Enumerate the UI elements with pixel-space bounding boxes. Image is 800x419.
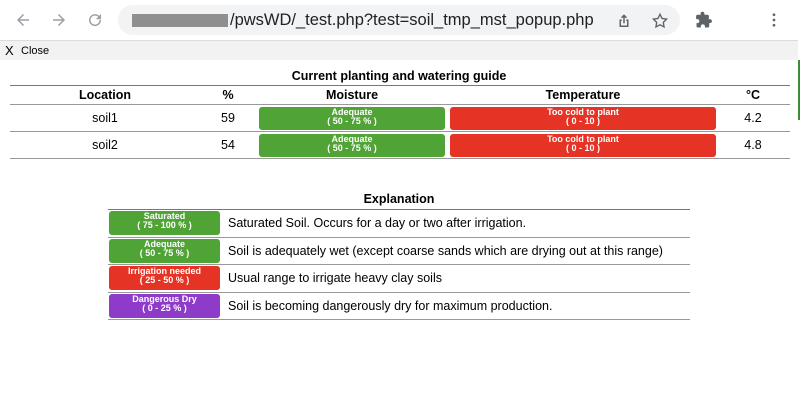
dangerous-dry-badge: Dangerous Dry ( 0 - 25 % ) xyxy=(109,293,220,318)
moisture-range: ( 50 - 75 % ) xyxy=(327,116,377,127)
address-bar[interactable]: /pwsWD/_test.php?test=soil_tmp_mst_popup… xyxy=(118,5,680,35)
redacted-host xyxy=(132,14,228,27)
popup-close-bar: X Close xyxy=(0,40,798,60)
reload-icon[interactable] xyxy=(83,8,107,32)
temperature-badge: Too cold to plant ( 0 - 10 ) xyxy=(450,107,716,130)
table-row: soil2 54 Adequate ( 50 - 75 % ) Too cold… xyxy=(10,132,790,159)
percent-cell: 59 xyxy=(221,111,235,125)
percent-cell: 54 xyxy=(221,138,235,152)
irrigation-needed-badge: Irrigation needed ( 25 - 50 % ) xyxy=(109,266,220,290)
guide-table: Location % Moisture Temperature °C soil1… xyxy=(10,85,790,159)
moisture-badge: Adequate ( 50 - 75 % ) xyxy=(259,107,445,130)
badge-range: ( 25 - 50 % ) xyxy=(139,275,190,286)
header-unit: °C xyxy=(745,88,761,102)
back-icon[interactable] xyxy=(11,8,35,32)
location-cell: soil2 xyxy=(92,138,118,152)
legend-description: Soil is adequately wet (except coarse sa… xyxy=(228,243,663,258)
badge-range: ( 50 - 75 % ) xyxy=(139,247,190,258)
forward-icon[interactable] xyxy=(47,8,71,32)
temperature-range: ( 0 - 10 ) xyxy=(565,143,600,154)
legend-description: Saturated Soil. Occurs for a day or two … xyxy=(228,216,527,230)
badge-range: ( 0 - 25 % ) xyxy=(142,302,187,313)
close-icon[interactable]: X xyxy=(5,43,14,58)
guide-header-row: Location % Moisture Temperature °C xyxy=(10,86,790,105)
adequate-badge: Adequate ( 50 - 75 % ) xyxy=(109,238,220,263)
saturated-badge: Saturated ( 75 - 100 % ) xyxy=(109,211,220,235)
guide-title: Current planting and watering guide xyxy=(291,69,507,83)
legend-row: Saturated ( 75 - 100 % ) Saturated Soil.… xyxy=(108,210,690,238)
header-temperature: Temperature xyxy=(545,88,621,102)
temperature-value: 4.8 xyxy=(744,138,762,152)
legend-description: Usual range to irrigate heavy clay soils xyxy=(228,271,442,285)
temperature-badge: Too cold to plant ( 0 - 10 ) xyxy=(450,134,716,157)
legend-description: Soil is becoming dangerously dry for max… xyxy=(228,298,553,313)
header-location: Location xyxy=(78,88,132,102)
close-button[interactable]: Close xyxy=(21,45,49,57)
header-percent: % xyxy=(222,88,234,102)
bookmark-star-icon[interactable] xyxy=(650,11,670,31)
moisture-range: ( 50 - 75 % ) xyxy=(327,143,377,154)
legend-row: Dangerous Dry ( 0 - 25 % ) Soil is becom… xyxy=(108,293,690,320)
temperature-value: 4.2 xyxy=(744,111,762,125)
moisture-badge: Adequate ( 50 - 75 % ) xyxy=(259,134,445,157)
explanation-table: Saturated ( 75 - 100 % ) Saturated Soil.… xyxy=(108,209,690,320)
legend-row: Irrigation needed ( 25 - 50 % ) Usual ra… xyxy=(108,265,690,293)
location-cell: soil1 xyxy=(92,111,118,125)
legend-row: Adequate ( 50 - 75 % ) Soil is adequatel… xyxy=(108,238,690,265)
browser-toolbar: /pwsWD/_test.php?test=soil_tmp_mst_popup… xyxy=(0,0,800,40)
explanation-title: Explanation xyxy=(363,192,435,206)
header-moisture: Moisture xyxy=(325,88,379,102)
badge-range: ( 75 - 100 % ) xyxy=(137,220,192,231)
extensions-icon[interactable] xyxy=(693,9,715,31)
url-text: /pwsWD/_test.php?test=soil_tmp_mst_popup… xyxy=(230,11,594,29)
more-menu-icon[interactable] xyxy=(763,9,785,31)
share-icon[interactable] xyxy=(614,11,634,31)
table-row: soil1 59 Adequate ( 50 - 75 % ) Too cold… xyxy=(10,105,790,132)
temperature-range: ( 0 - 10 ) xyxy=(565,116,600,127)
